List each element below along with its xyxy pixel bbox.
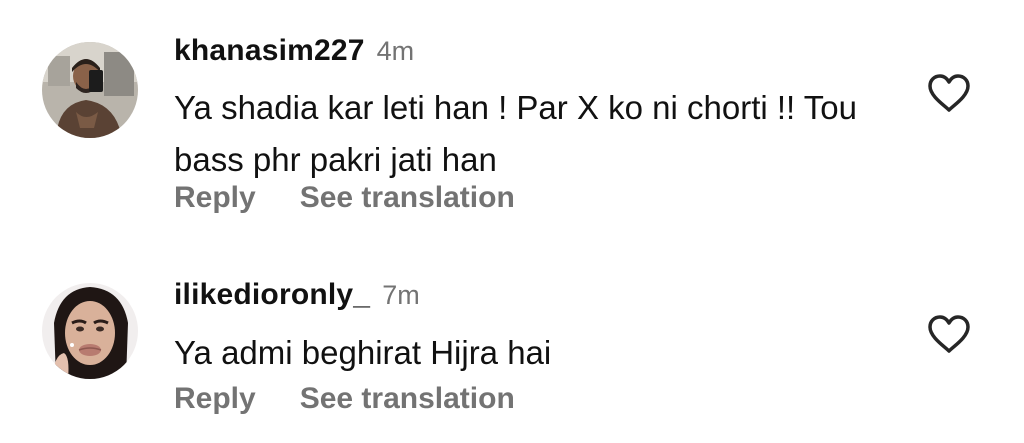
- comment-header: khanasim227 4m: [174, 34, 414, 68]
- comment-text: Ya shadia kar leti han ! Par X ko ni cho…: [174, 89, 857, 178]
- timestamp: 4m: [376, 36, 415, 66]
- see-translation-button[interactable]: See translation: [300, 181, 515, 215]
- avatar[interactable]: [42, 283, 138, 379]
- username[interactable]: khanasim227: [174, 34, 365, 68]
- comment-item: khanasim227 4m Ya shadia kar leti han ! …: [0, 0, 1024, 230]
- comment-item: ilikedioronly_ 7m Ya admi beghirat Hijra…: [0, 248, 1024, 443]
- heart-outline-icon: [928, 74, 970, 112]
- like-button[interactable]: [926, 72, 972, 114]
- username[interactable]: ilikedioronly_: [174, 278, 370, 312]
- comment-actions: Reply See translation: [174, 181, 515, 215]
- avatar-photo: [42, 42, 138, 138]
- reply-button[interactable]: Reply: [174, 382, 256, 416]
- see-translation-button[interactable]: See translation: [300, 382, 515, 416]
- heart-outline-icon: [928, 315, 970, 353]
- timestamp: 7m: [382, 280, 420, 310]
- avatar-photo: [42, 283, 138, 379]
- like-button[interactable]: [926, 313, 972, 355]
- avatar[interactable]: [42, 42, 138, 138]
- comment-text: Ya admi beghirat Hijra hai: [174, 334, 552, 371]
- comment-actions: Reply See translation: [174, 382, 515, 416]
- reply-button[interactable]: Reply: [174, 181, 256, 215]
- comment-header: ilikedioronly_ 7m: [174, 278, 420, 312]
